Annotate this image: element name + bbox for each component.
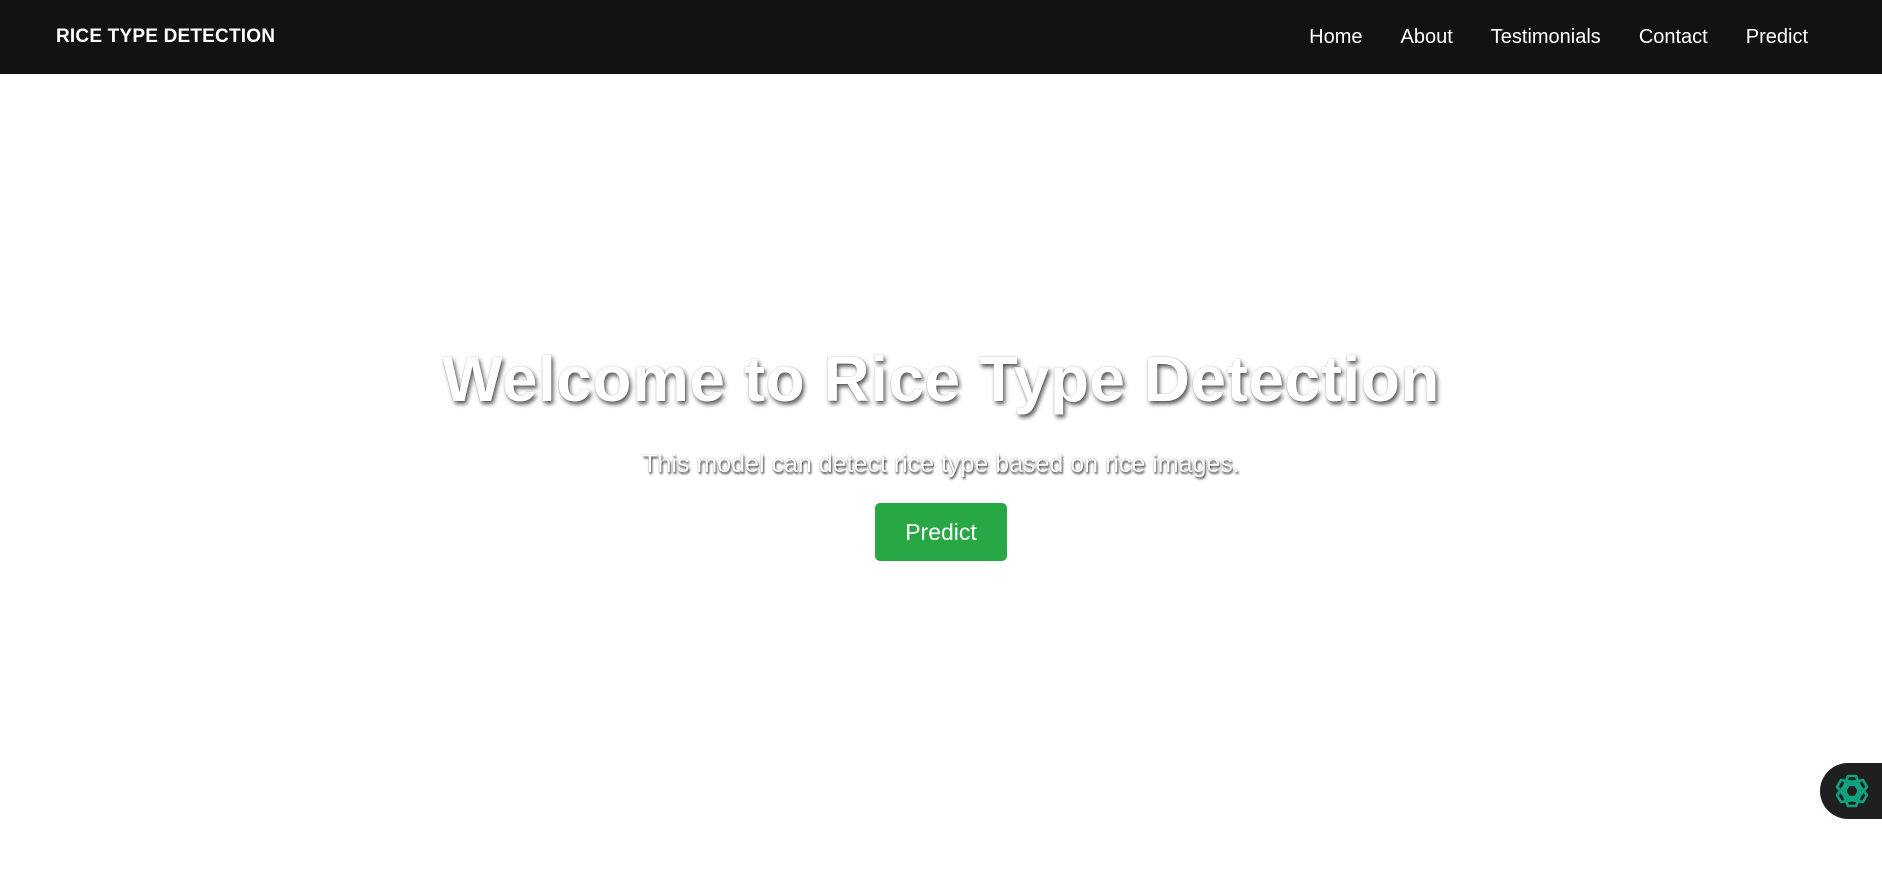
hero-title: Welcome to Rice Type Detection bbox=[442, 343, 1440, 415]
openai-logo-icon bbox=[1835, 774, 1869, 808]
nav-link-about[interactable]: About bbox=[1401, 26, 1453, 49]
brand-link[interactable]: RICE TYPE DETECTION bbox=[56, 26, 275, 48]
navbar: RICE TYPE DETECTION Home About Testimoni… bbox=[0, 0, 1882, 74]
hero-subtitle: This model can detect rice type based on… bbox=[642, 450, 1240, 479]
assistant-widget-button[interactable] bbox=[1820, 763, 1882, 819]
nav-link-predict[interactable]: Predict bbox=[1746, 26, 1808, 49]
nav-link-testimonials[interactable]: Testimonials bbox=[1491, 26, 1601, 49]
nav-links: Home About Testimonials Contact Predict bbox=[1271, 26, 1808, 49]
nav-link-contact[interactable]: Contact bbox=[1639, 26, 1708, 49]
nav-link-home[interactable]: Home bbox=[1309, 26, 1362, 49]
predict-button[interactable]: Predict bbox=[875, 503, 1007, 562]
hero-section: Welcome to Rice Type Detection This mode… bbox=[0, 74, 1882, 895]
